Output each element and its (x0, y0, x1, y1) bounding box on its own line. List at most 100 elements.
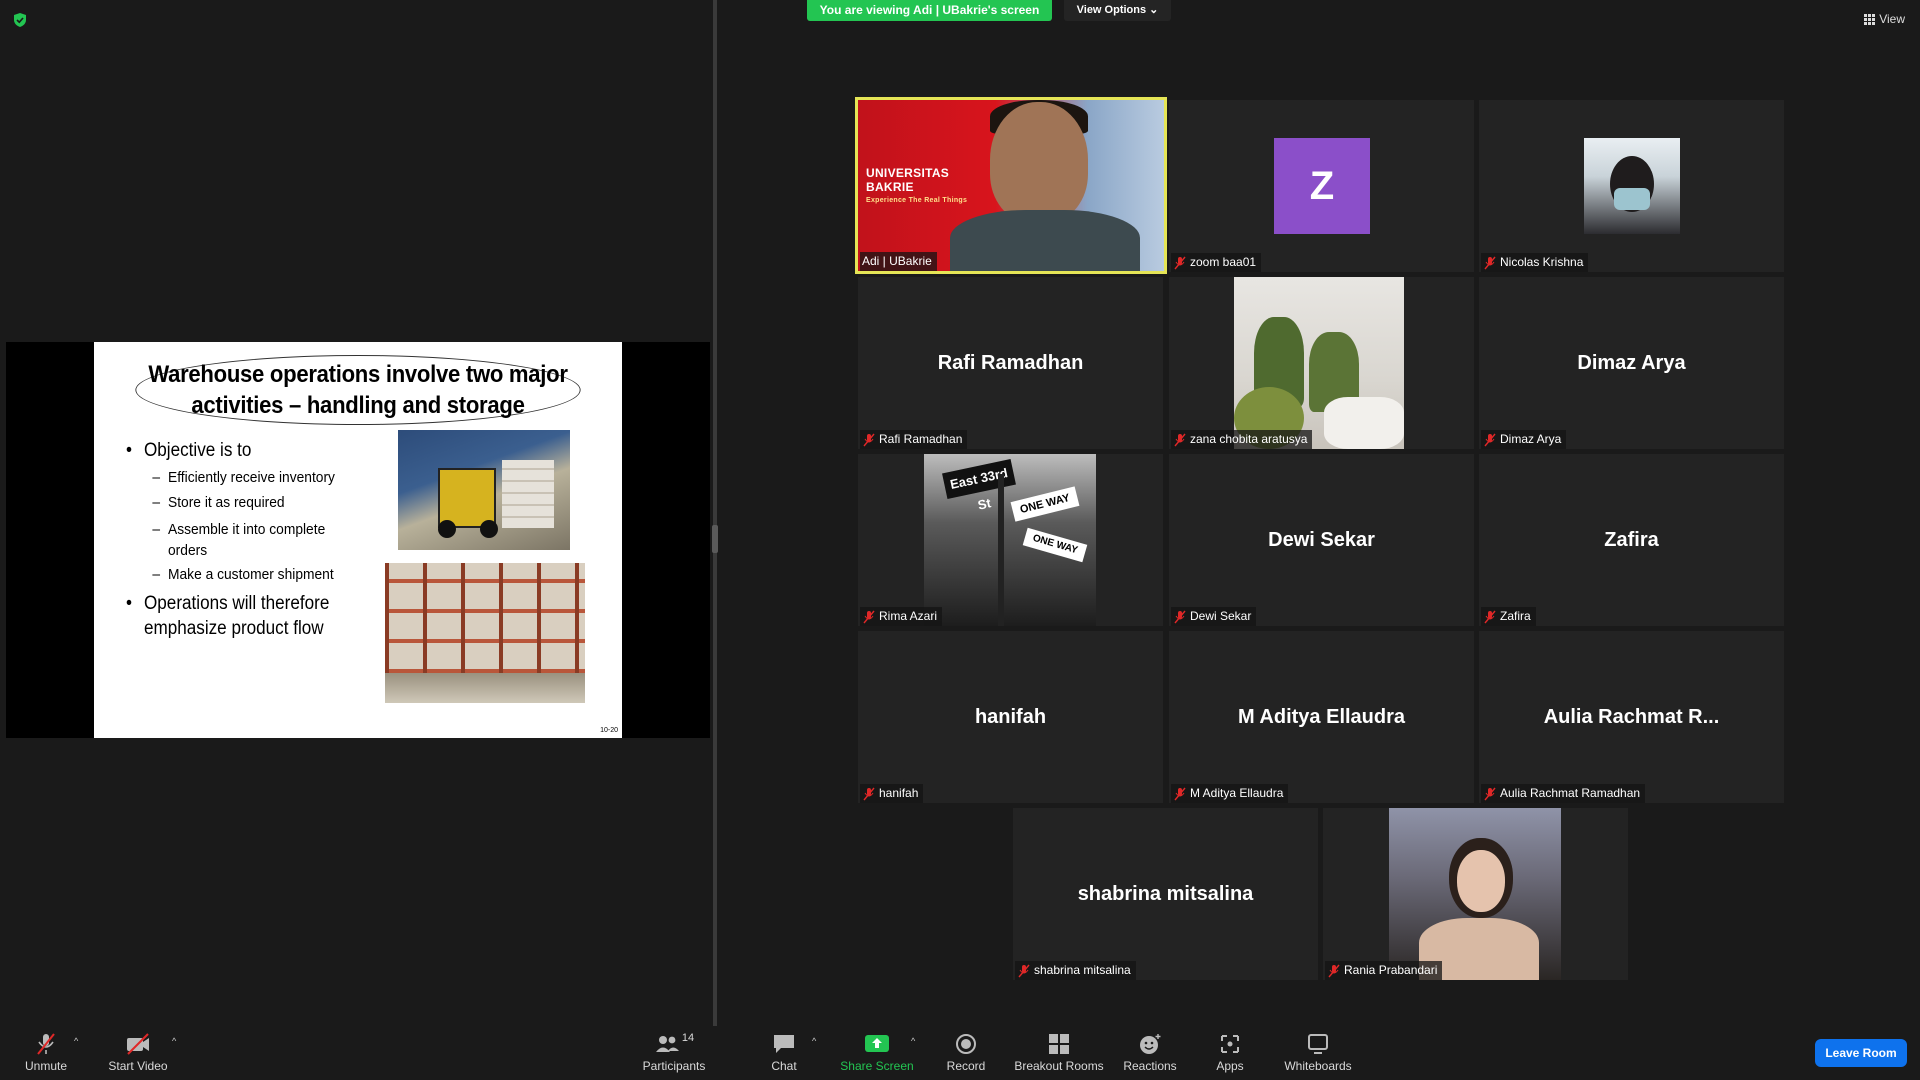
video-tile[interactable]: Aulia Rachmat R... Aulia Rachmat Ramadha… (1479, 631, 1784, 803)
participant-name-label: hanifah (860, 784, 924, 803)
muted-mic-icon (1484, 433, 1496, 446)
slide-bullet-1: • Objective is to (126, 440, 252, 461)
chat-bubble-icon (774, 1035, 794, 1053)
street-sign: East 33rd St (942, 459, 1016, 513)
muted-mic-icon (1174, 610, 1186, 623)
participant-center-name: Rafi Ramadhan (937, 351, 1084, 374)
view-options-button[interactable]: View Options ⌄ (1064, 0, 1171, 21)
leave-room-button[interactable]: Leave Room (1815, 1039, 1907, 1067)
slide-bullet-2: • Operations will therefore emphasize pro… (126, 593, 330, 639)
muted-mic-icon (863, 433, 875, 446)
view-button[interactable]: View (1864, 12, 1905, 26)
reactions-button[interactable]: Reactions (1120, 1026, 1180, 1080)
participant-name-label: Dewi Sekar (1171, 607, 1257, 626)
apps-icon (1221, 1035, 1239, 1053)
video-tile[interactable]: hanifah hanifah (858, 631, 1163, 803)
reactions-smiley-icon (1140, 1034, 1161, 1054)
mic-muted-icon (37, 1033, 55, 1055)
split-divider[interactable] (713, 0, 717, 1026)
muted-mic-icon (1018, 964, 1030, 977)
warehouse-shelves-photo (385, 563, 585, 703)
video-tile-host[interactable]: UNIVERSITAS BAKRIE Experience The Real T… (855, 97, 1167, 274)
video-tile[interactable]: Zafira Zafira (1479, 454, 1784, 626)
participant-center-name: Zafira (1604, 528, 1659, 551)
record-button[interactable]: Record (942, 1026, 990, 1080)
chat-options-caret[interactable]: ^ (812, 1036, 816, 1046)
participant-name-label: Aulia Rachmat Ramadhan (1481, 784, 1646, 803)
participant-name-label: M Aditya Ellaudra (1171, 784, 1289, 803)
split-divider-handle[interactable] (712, 525, 718, 553)
muted-mic-icon (863, 787, 875, 800)
video-tile[interactable]: Dewi Sekar Dewi Sekar (1169, 454, 1474, 626)
muted-mic-icon (1174, 787, 1186, 800)
whiteboards-button[interactable]: Whiteboards (1280, 1026, 1356, 1080)
participant-center-name: shabrina mitsalina (1077, 882, 1254, 905)
apps-button[interactable]: Apps (1210, 1026, 1250, 1080)
chat-button[interactable]: Chat (764, 1026, 804, 1080)
participant-name-label: Rima Azari (860, 607, 943, 626)
forklift-photo (398, 430, 570, 550)
start-video-button[interactable]: Start Video (104, 1026, 172, 1080)
slide-page-number: 10-20 (600, 727, 618, 734)
participant-count: 14 (681, 1032, 695, 1044)
participant-center-name: hanifah (974, 705, 1047, 728)
muted-mic-icon (1174, 256, 1186, 269)
share-screen-icon (865, 1035, 889, 1052)
viewing-screen-banner: You are viewing Adi | UBakrie's screen (807, 0, 1052, 21)
participant-name-label: Nicolas Krishna (1481, 253, 1589, 272)
slide-sub-bullet: – Make a customer shipment (152, 566, 334, 583)
presentation-slide: Warehouse operations involve two major a… (94, 342, 622, 738)
participant-center-name: Dimaz Arya (1577, 351, 1686, 374)
video-tile[interactable]: Rania Prabandari (1323, 808, 1628, 980)
video-tile[interactable]: M Aditya Ellaudra M Aditya Ellaudra (1169, 631, 1474, 803)
meeting-toolbar: Unmute ^ Start Video ^ 14 Participants C… (0, 1026, 1920, 1080)
participant-name-label: zana chobita aratusya (1171, 430, 1313, 449)
muted-mic-icon (1484, 256, 1496, 269)
participant-center-name: Aulia Rachmat R... (1543, 705, 1720, 728)
participant-name-label: Zafira (1481, 607, 1536, 626)
one-way-sign: ONE WAY (1010, 486, 1080, 522)
record-icon (956, 1034, 976, 1054)
participants-icon (655, 1036, 679, 1052)
share-screen-button[interactable]: Share Screen (840, 1026, 914, 1080)
whiteboard-icon (1308, 1034, 1328, 1054)
participant-name-label: Adi | UBakrie (860, 252, 937, 271)
breakout-rooms-button[interactable]: Breakout Rooms (1012, 1026, 1106, 1080)
video-tile[interactable]: Nicolas Krishna (1479, 100, 1784, 272)
participant-photo (1234, 277, 1404, 449)
video-tile[interactable]: Z zoom baa01 (1169, 100, 1474, 272)
participant-photo: East 33rd St ONE WAY ONE WAY (924, 454, 1096, 626)
participant-name-label: Dimaz Arya (1481, 430, 1567, 449)
grid-view-icon (1864, 13, 1876, 25)
participant-name-label: zoom baa01 (1171, 253, 1262, 272)
video-options-caret[interactable]: ^ (172, 1036, 176, 1046)
muted-mic-icon (1328, 964, 1340, 977)
unmute-button[interactable]: Unmute (18, 1026, 74, 1080)
muted-mic-icon (863, 610, 875, 623)
video-tile[interactable]: zana chobita aratusya (1169, 277, 1474, 449)
audio-options-caret[interactable]: ^ (74, 1036, 78, 1046)
video-tile[interactable]: shabrina mitsalina shabrina mitsalina (1013, 808, 1318, 980)
slide-title: Warehouse operations involve two major a… (135, 355, 581, 425)
participant-center-name: Dewi Sekar (1268, 528, 1375, 551)
one-way-sign: ONE WAY (1022, 527, 1088, 563)
video-tile[interactable]: East 33rd St ONE WAY ONE WAY Rima Azari (858, 454, 1163, 626)
slide-sub-bullet: – Assemble it into complete orders (152, 521, 326, 559)
participants-button[interactable]: 14 Participants (640, 1026, 708, 1080)
zoom-meeting-window: Warehouse operations involve two major a… (0, 0, 1920, 1080)
muted-mic-icon (1174, 433, 1186, 446)
shared-screen: Warehouse operations involve two major a… (6, 342, 710, 738)
participant-photo (1389, 808, 1561, 980)
participant-name-label: Rafi Ramadhan (860, 430, 968, 449)
university-logo-text: UNIVERSITAS BAKRIE Experience The Real T… (866, 166, 968, 204)
participant-center-name: M Aditya Ellaudra (1237, 705, 1406, 728)
muted-mic-icon (1484, 610, 1496, 623)
share-options-caret[interactable]: ^ (911, 1036, 915, 1046)
video-tile[interactable]: Rafi Ramadhan Rafi Ramadhan (858, 277, 1163, 449)
participant-photo (1584, 138, 1680, 234)
video-tile[interactable]: Dimaz Arya Dimaz Arya (1479, 277, 1784, 449)
avatar: Z (1274, 138, 1370, 234)
security-shield-icon[interactable] (12, 12, 28, 28)
muted-mic-icon (1484, 787, 1496, 800)
participant-name-label: shabrina mitsalina (1015, 961, 1136, 980)
